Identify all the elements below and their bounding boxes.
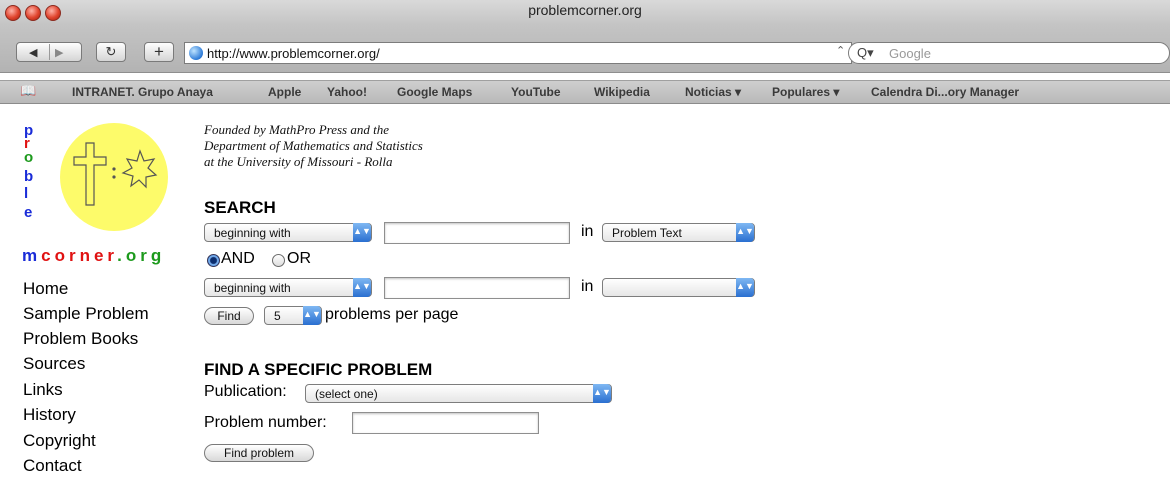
founded-line: Department of Mathematics and Statistics (204, 138, 423, 153)
window-title: problemcorner.org (528, 2, 642, 18)
or-label: OR (287, 250, 311, 267)
bookmark-intranet[interactable]: INTRANET. Grupo Anaya (72, 85, 213, 99)
plus-icon: + (154, 42, 164, 61)
logo-letter-o: o (24, 149, 34, 166)
search-field-value: Problem Text (612, 226, 682, 240)
results-per-page-select[interactable]: 5 ▲▼ (264, 306, 322, 325)
add-bookmark-button[interactable]: + (144, 42, 174, 62)
logo-word-org: org (125, 246, 166, 265)
cross-star-icon (73, 142, 158, 206)
url-dropdown-icon[interactable]: ⌃ (836, 44, 845, 57)
match-type-select-1[interactable]: beginning with ▲▼ (204, 223, 372, 242)
back-arrow-icon[interactable]: ◀ (29, 46, 37, 59)
bookmark-google-maps[interactable]: Google Maps (397, 85, 472, 99)
forward-arrow-icon[interactable]: ▶ (55, 46, 63, 59)
reload-icon: ↻ (105, 44, 117, 59)
problem-number-input[interactable] (352, 412, 539, 434)
founded-line: Founded by MathPro Press and the (204, 122, 389, 137)
logo-letter-l: l (24, 185, 29, 202)
bookmark-yahoo[interactable]: Yahoo! (327, 85, 367, 99)
divider (49, 44, 50, 60)
nav-contact[interactable]: Contact (23, 456, 82, 476)
nav-sources[interactable]: Sources (23, 354, 85, 374)
founded-line: at the University of Missouri - Rolla (204, 154, 393, 169)
select-arrows-icon: ▲▼ (736, 223, 754, 242)
search-field[interactable]: Q▾ Google (848, 42, 1170, 64)
url-text[interactable]: http://www.problemcorner.org/ (207, 46, 380, 61)
browser-titlebar: problemcorner.org ◀ ▶ ↻ + http://www.pro… (0, 0, 1170, 73)
address-bar[interactable]: http://www.problemcorner.org/ (184, 42, 852, 64)
logo-word-m: m (22, 246, 42, 265)
select-arrows-icon: ▲▼ (353, 223, 371, 242)
logo-letter-b: b (24, 168, 34, 185)
match-type-select-2[interactable]: beginning with ▲▼ (204, 278, 372, 297)
select-arrows-icon: ▲▼ (353, 278, 371, 297)
publication-select[interactable]: (select one) ▲▼ (305, 384, 612, 403)
per-page-label: problems per page (325, 306, 459, 323)
nav-links[interactable]: Links (23, 380, 63, 400)
find-button[interactable]: Find (204, 307, 254, 325)
select-arrows-icon: ▲▼ (736, 278, 754, 297)
bookmark-calendra[interactable]: Calendra Di...ory Manager (871, 85, 1019, 99)
nav-problem-books[interactable]: Problem Books (23, 329, 138, 349)
nav-sample-problem[interactable]: Sample Problem (23, 304, 149, 324)
results-per-page-value: 5 (274, 309, 281, 323)
back-forward-buttons[interactable]: ◀ ▶ (16, 42, 82, 62)
bookmark-wikipedia[interactable]: Wikipedia (594, 85, 650, 99)
search-term-input-1[interactable] (384, 222, 570, 244)
find-problem-button[interactable]: Find problem (204, 444, 314, 462)
nav-copyright[interactable]: Copyright (23, 431, 96, 451)
publication-label: Publication: (204, 383, 287, 400)
logo-wordmark: mcorner.org (22, 246, 165, 266)
bookmarks-bar: 📖 INTRANET. Grupo Anaya Apple Yahoo! Goo… (0, 80, 1170, 104)
match-type-value: beginning with (214, 281, 291, 295)
search-placeholder: Google (889, 46, 931, 61)
search-icon[interactable]: Q▾ (857, 45, 874, 61)
search-term-input-2[interactable] (384, 277, 570, 299)
match-type-value: beginning with (214, 226, 291, 240)
nav-history[interactable]: History (23, 405, 76, 425)
select-arrows-icon: ▲▼ (593, 384, 611, 403)
logo-word-dot: . (117, 246, 126, 265)
and-label: AND (221, 250, 255, 267)
bookmark-apple[interactable]: Apple (268, 85, 301, 99)
reload-button[interactable]: ↻ (96, 42, 126, 62)
logo-emblem (60, 123, 168, 231)
select-arrows-icon: ▲▼ (303, 306, 321, 325)
globe-icon (189, 46, 203, 60)
in-label: in (581, 278, 594, 295)
bookmark-youtube[interactable]: YouTube (511, 85, 561, 99)
bookmark-noticias[interactable]: Noticias ▾ (685, 85, 741, 99)
in-label: in (581, 223, 594, 240)
founded-note: Founded by MathPro Press and the Departm… (204, 122, 423, 170)
publication-value: (select one) (315, 387, 378, 401)
bookmarks-book-icon[interactable]: 📖 (20, 83, 36, 99)
and-radio[interactable] (207, 254, 220, 267)
nav-home[interactable]: Home (23, 279, 68, 299)
search-field-select-1[interactable]: Problem Text ▲▼ (602, 223, 755, 242)
search-heading: SEARCH (204, 198, 276, 217)
logo-letter-e: e (24, 204, 33, 221)
search-field-select-2[interactable]: ▲▼ (602, 278, 755, 297)
logo-word-corner: corner (41, 246, 118, 265)
or-radio[interactable] (272, 254, 285, 267)
bookmark-populares[interactable]: Populares ▾ (772, 85, 839, 99)
specific-problem-heading: FIND A SPECIFIC PROBLEM (204, 360, 433, 379)
problem-number-label: Problem number: (204, 414, 327, 431)
